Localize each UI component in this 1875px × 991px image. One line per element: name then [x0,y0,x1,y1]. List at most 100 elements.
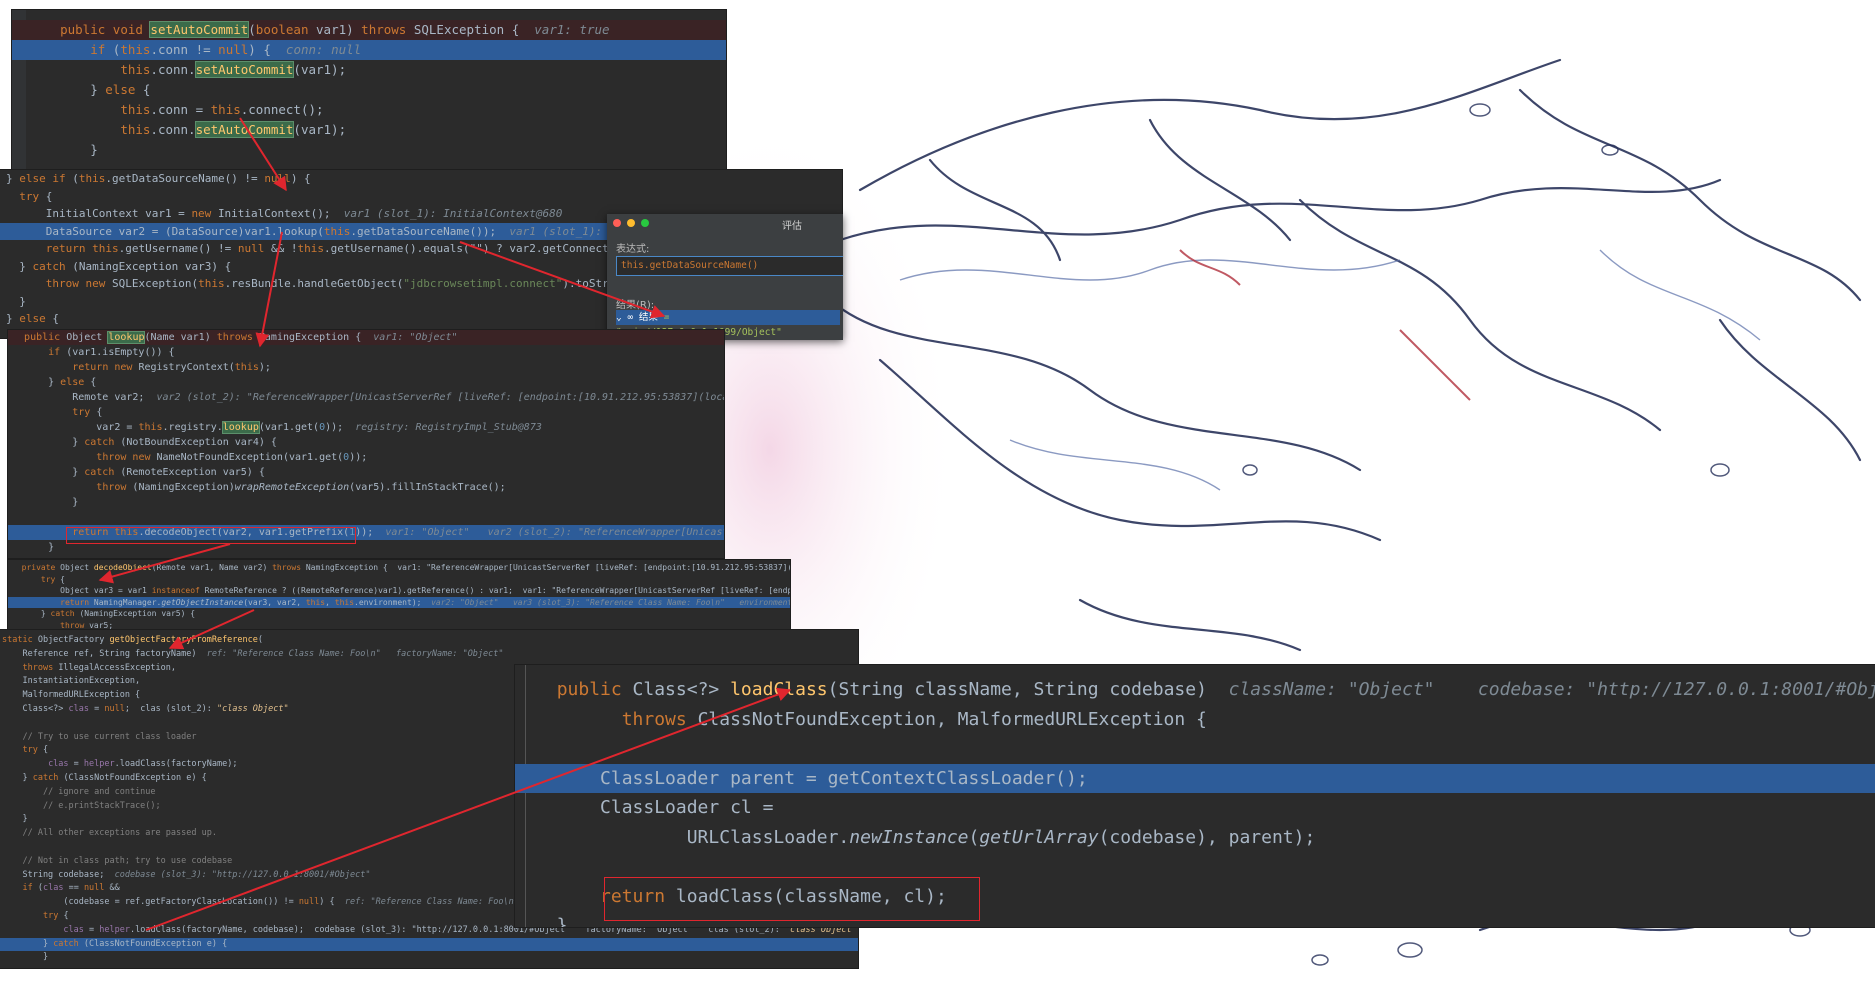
code-token: .getDataSourceName() != [105,172,265,185]
code-line[interactable]: URLClassLoader.newInstance(getUrlArray(c… [515,823,1875,853]
code-token: (codebase = ref.getFactoryClassLocation(… [2,897,299,908]
zoom-window-button[interactable] [641,219,649,227]
code-token: ( [248,22,256,37]
code-token: ) { [319,897,345,908]
code-token: this [323,224,351,238]
code-line[interactable]: Reference ref, String factoryName) ref: … [0,648,858,662]
code-token: (NotBoundException var4) { [120,437,277,448]
code-token: clas [68,704,90,714]
code-token: } [12,377,61,388]
code-line[interactable]: public Class<?> loadClass(String classNa… [515,675,1875,705]
code-token: var1: "ReferenceWrapper[UnicastServerRef… [397,563,790,572]
expand-result-icon[interactable]: ⌄ [616,312,622,323]
code-token: this [120,42,151,57]
code-line[interactable]: } [0,951,858,965]
code-line[interactable]: private Object decodeObject(Remote var1,… [8,562,790,574]
result-name: ∞ 结果 [627,312,658,323]
code-token: && [109,883,120,894]
code-token: if [22,883,38,894]
code-line[interactable]: try { [0,188,842,206]
code-token: this [210,102,241,117]
code-line[interactable]: this.conn.setAutoCommit(var1); [12,120,726,140]
minimize-window-button[interactable] [627,219,635,227]
code-token: } [6,172,20,185]
code-line[interactable]: public Object lookup(Name var1) throws N… [8,330,724,345]
code-token: .conn. [150,122,196,137]
code-token: )); [325,422,356,433]
code-line[interactable]: if (var1.isEmpty()) { [8,345,724,360]
code-line[interactable]: try { [8,405,724,420]
code-token: IllegalAccessException, [58,662,177,673]
code-token: (var1.isEmpty()) { [66,347,175,358]
code-line[interactable]: } else if (this.getDataSourceName() != n… [0,170,842,188]
code-line[interactable]: throw (NamingException)wrapRemoteExcepti… [8,480,724,495]
code-line[interactable]: this.conn.setAutoCommit(var1); [12,60,726,80]
code-token: .connect(); [240,102,324,117]
code-line[interactable]: } catch (NamingException var5) { [8,608,790,620]
code-token: (NamingException var5) { [79,609,196,618]
code-token: clas [63,924,84,935]
code-token: decodeObject [93,563,152,572]
code-line[interactable]: } else { [12,80,726,100]
code-line[interactable]: } [8,495,724,510]
current-execution-line[interactable]: } catch (ClassNotFoundException e) { [0,937,858,952]
code-line[interactable] [515,734,1875,764]
code-line[interactable]: } [12,140,726,160]
code-token: String codebase; [2,869,115,880]
code-token: .registry. [162,422,223,433]
code-line[interactable]: Object var3 = var1 instanceof RemoteRefe… [8,585,790,597]
expression-input[interactable]: this.getDataSourceName() [616,256,843,276]
evaluate-dialog[interactable]: 评估 表达式: this.getDataSourceName() 结果(R): … [607,214,843,340]
code-token: className: "Object" codebase: "http://12… [1228,679,1875,700]
code-token: ref: "Reference Class Name: Foo\n" [344,897,519,908]
code-line[interactable] [8,510,724,525]
current-execution-line[interactable]: ClassLoader parent = getContextClassLoad… [515,763,1875,793]
result-row[interactable]: ⌄ ∞ 结果 = "rmi://127.0.0.1:1099/Object" [616,310,840,338]
code-line[interactable]: Remote var2; var2 (slot_2): "ReferenceWr… [8,390,724,405]
code-token: null [104,704,125,714]
code-line[interactable]: var2 = this.registry.lookup(var1.get(0))… [8,420,724,435]
code-line[interactable]: public void setAutoCommit(boolean var1) … [12,20,726,40]
code-token: = [68,759,84,770]
code-token: } [2,773,33,783]
code-panel-setautocommit: public void setAutoCommit(boolean var1) … [12,10,726,170]
code-token: .getUsername() != [118,242,238,255]
code-token: } [2,814,28,825]
code-line[interactable]: ClassLoader cl = [515,793,1875,823]
code-token: (codebase), parent); [1098,826,1316,848]
code-token: .environment); [354,597,432,607]
code-token: "class Object" [216,704,289,714]
code-line[interactable]: throw new NameNotFoundException(var1.get… [8,450,724,465]
code-line[interactable]: return new RegistryContext(this); [8,360,724,375]
code-token: ; [124,704,141,714]
code-token: ); [258,362,271,373]
code-token: } [535,915,568,927]
code-line[interactable]: } catch (NotBoundException var4) { [8,435,724,450]
current-execution-line[interactable]: if (this.conn != null) { conn: null [12,40,726,60]
code-line[interactable]: try { [8,574,790,586]
code-token: lookup [107,331,146,344]
code-token: ClassNotFoundException, MalformedURLExce… [697,708,1207,730]
code-token: setAutoCommit [194,61,295,78]
code-token: ) { [248,42,286,57]
code-line[interactable]: this.conn = this.connect(); [12,100,726,120]
code-line[interactable]: throws ClassNotFoundException, Malformed… [515,705,1875,735]
code-token: ) { [290,172,311,185]
code-line[interactable]: } else { [8,375,724,390]
close-window-button[interactable] [613,219,621,227]
code-line[interactable]: static ObjectFactory getObjectFactoryFro… [0,634,858,648]
code-line[interactable]: } catch (RemoteException var5) { [8,465,724,480]
code-token: Class<?> [632,679,731,700]
code-token: Object [66,332,109,343]
dialog-titlebar[interactable]: 评估 [607,214,843,232]
current-execution-line[interactable]: return NamingManager.getObjectInstance(v… [8,596,790,608]
code-token: ClassLoader cl = [535,797,774,818]
code-token: return new [72,362,139,373]
